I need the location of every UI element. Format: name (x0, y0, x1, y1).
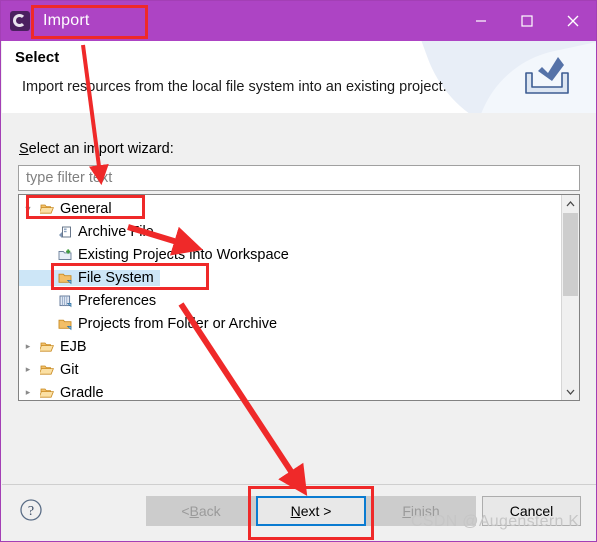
wizard-header: Select Import resources from the local f… (2, 41, 596, 113)
projects-import-icon (55, 248, 75, 262)
tree-scrollbar[interactable] (561, 195, 579, 400)
scrollbar-thumb[interactable] (563, 213, 578, 296)
page-title: Select (15, 49, 60, 66)
back-button[interactable]: < Back (146, 496, 256, 526)
chevron-right-icon[interactable]: ▸ (19, 364, 37, 375)
next-button[interactable]: Next > (256, 496, 366, 526)
tree-item-preferences[interactable]: Preferences (19, 289, 561, 312)
page-description: Import resources from the local file sys… (22, 79, 447, 95)
tree-item-label: Gradle (60, 384, 104, 401)
eclipse-icon (9, 10, 31, 32)
chevron-right-icon[interactable]: ▸ (19, 387, 37, 398)
tree-item-label: Git (60, 361, 79, 378)
maximize-icon[interactable] (504, 1, 550, 41)
preferences-icon (55, 294, 75, 308)
folder-open-icon (37, 363, 57, 376)
chevron-right-icon[interactable]: ▸ (19, 341, 37, 352)
filter-placeholder: type filter text (26, 170, 113, 186)
tree-item-projects-from-folder[interactable]: Projects from Folder or Archive (19, 312, 561, 335)
title-bar: Import (1, 1, 596, 41)
folder-open-icon (37, 386, 57, 399)
folder-icon (55, 317, 75, 331)
chevron-down-icon[interactable] (562, 383, 579, 400)
window-title: Import (43, 12, 90, 29)
import-wizard-dialog: Import Select Import resources from the … (0, 0, 597, 542)
window-controls (458, 1, 596, 41)
tree-item-archive-file[interactable]: Archive File (19, 220, 561, 243)
select-wizard-label: Select an import wizard: (19, 141, 174, 157)
tree-item-label: Projects from Folder or Archive (78, 315, 278, 332)
tree-item-label: EJB (60, 338, 87, 355)
close-icon[interactable] (550, 1, 596, 41)
tree-item-label: Existing Projects into Workspace (78, 246, 289, 263)
folder-open-icon (37, 340, 57, 353)
tree-item-label: File System (78, 269, 154, 286)
minimize-icon[interactable] (458, 1, 504, 41)
folder-open-icon (37, 202, 57, 215)
tree-item-file-system[interactable]: File System (19, 266, 561, 289)
tree-item-git[interactable]: ▸ Git (19, 358, 561, 381)
wizard-tree-list[interactable]: ▼ General Archive File Existing Projects… (19, 195, 561, 400)
chevron-down-icon[interactable]: ▼ (19, 204, 37, 214)
tree-item-gradle[interactable]: ▸ Gradle (19, 381, 561, 401)
archive-file-icon (55, 225, 75, 239)
folder-icon (55, 271, 75, 285)
wizard-body: Select an import wizard: type filter tex… (2, 113, 596, 483)
tree-item-general[interactable]: ▼ General (19, 197, 561, 220)
chevron-up-icon[interactable] (562, 195, 579, 212)
tree-item-label: Archive File (78, 223, 154, 240)
tree-item-label: Preferences (78, 292, 157, 309)
import-tray-icon (518, 55, 576, 103)
tree-item-existing-projects[interactable]: Existing Projects into Workspace (19, 243, 561, 266)
tree-item-ejb[interactable]: ▸ EJB (19, 335, 561, 358)
filter-input[interactable]: type filter text (18, 165, 580, 191)
svg-text:?: ? (28, 504, 34, 519)
tree-item-label: General (60, 200, 112, 217)
watermark: CSDN @Augenstern K (411, 513, 580, 530)
help-icon[interactable]: ? (19, 498, 43, 522)
wizard-tree[interactable]: ▼ General Archive File Existing Projects… (18, 194, 580, 401)
